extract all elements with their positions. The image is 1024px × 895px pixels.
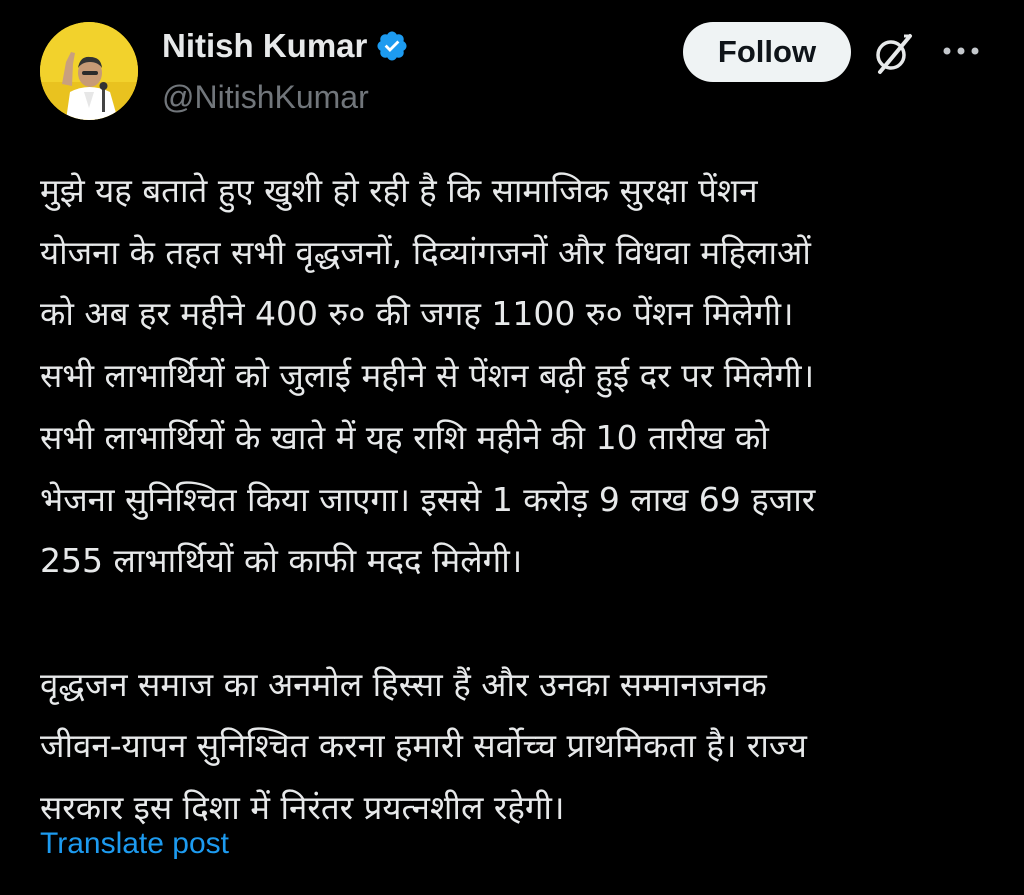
avatar[interactable] (40, 22, 138, 120)
grok-icon[interactable] (868, 28, 918, 78)
author-name-row: Nitish Kumar (162, 26, 409, 66)
translate-post-link[interactable]: Translate post (40, 824, 229, 864)
post-text-line: वृद्धजन समाज का अनमोल हिस्सा हैं और उनका… (40, 664, 767, 704)
post-text-line: योजना के तहत सभी वृद्धजनों, दिव्यांगजनों… (40, 232, 811, 272)
profile-photo-icon (40, 22, 138, 120)
post-header: Nitish Kumar @NitishKumar Follow (0, 0, 1024, 140)
author-display-name[interactable]: Nitish Kumar (162, 26, 367, 66)
author-handle[interactable]: @NitishKumar (162, 78, 369, 116)
post-text-line: को अब हर महीने 400 रु० की जगह 1100 रु० प… (40, 294, 794, 334)
post-text-line: जीवन-यापन सुनिश्चित करना हमारी सर्वोच्च … (40, 726, 807, 766)
post-text-line: सभी लाभार्थियों के खाते में यह राशि महीन… (40, 417, 769, 457)
post-body: मुझे यह बताते हुए खुशी हो रही है कि सामा… (40, 160, 990, 839)
post-text-line: 255 लाभार्थियों को काफी मदद मिलेगी। (40, 541, 523, 581)
post-text-line: भेजना सुनिश्चित किया जाएगा। इससे 1 करोड़… (40, 479, 816, 519)
more-options-icon[interactable] (940, 36, 982, 66)
post-text-line: सभी लाभार्थियों को जुलाई महीने से पेंशन … (40, 356, 815, 396)
follow-button[interactable]: Follow (683, 22, 851, 82)
post-text-line: मुझे यह बताते हुए खुशी हो रही है कि सामा… (40, 171, 758, 210)
verified-badge-icon (375, 29, 409, 63)
